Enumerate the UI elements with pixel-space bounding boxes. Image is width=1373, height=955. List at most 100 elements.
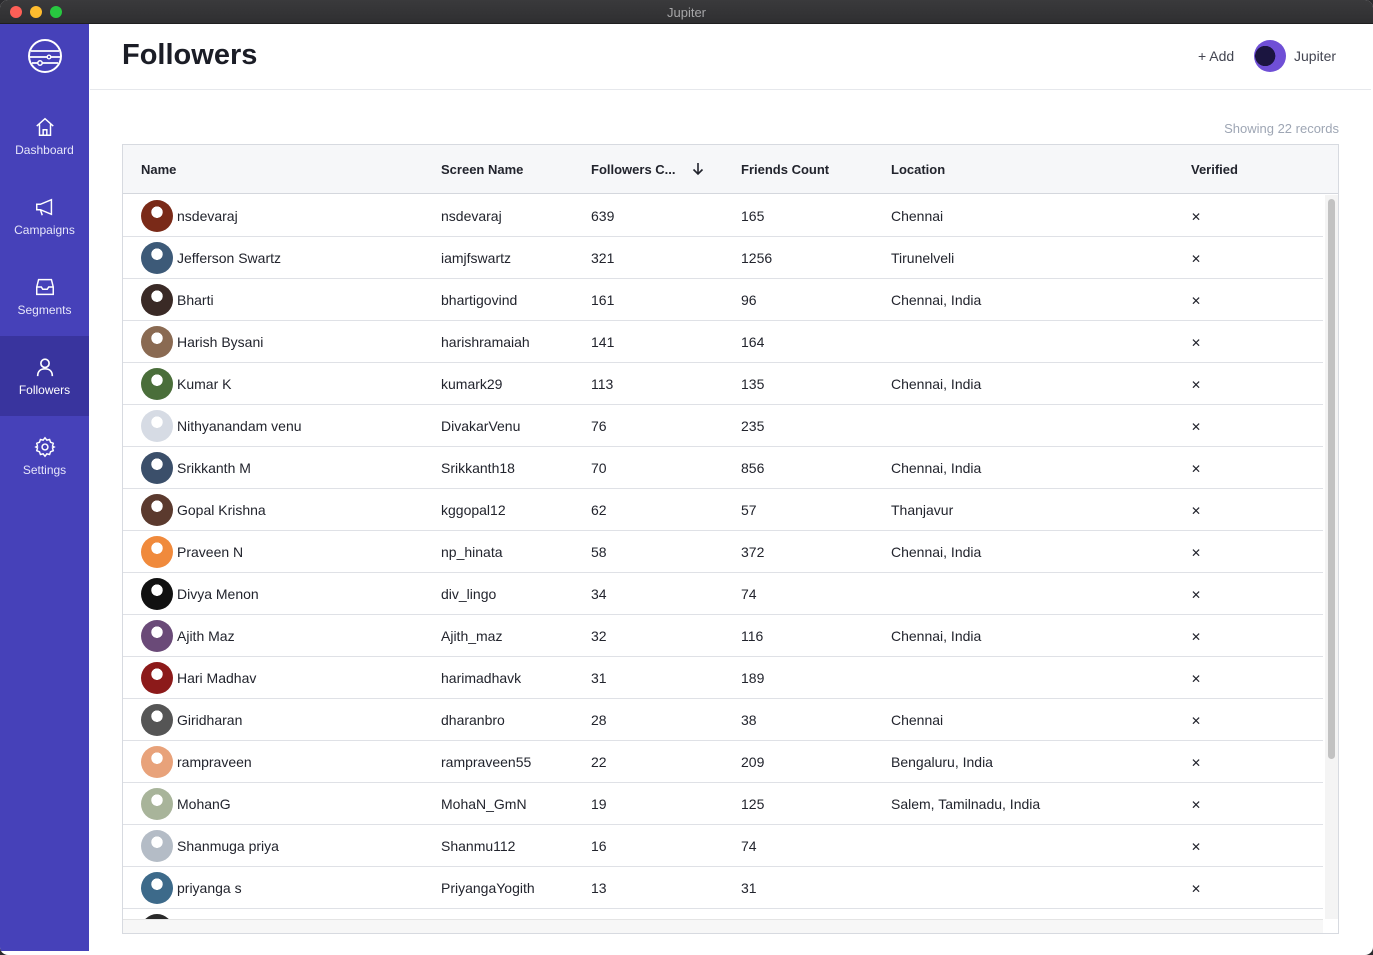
- cell-friends-count: 57: [741, 502, 757, 518]
- cell-screen-name: harishramaiah: [441, 334, 530, 350]
- horizontal-scrollbar[interactable]: [123, 919, 1323, 933]
- sidebar-item-label: Dashboard: [15, 143, 74, 157]
- table-row[interactable]: [123, 909, 1323, 919]
- cell-followers-count: 22: [591, 754, 607, 770]
- user-name[interactable]: Jupiter: [1294, 48, 1336, 64]
- cell-name: Nithyanandam venu: [177, 418, 302, 434]
- avatar: [141, 830, 173, 862]
- cell-screen-name: kumark29: [441, 376, 503, 392]
- cell-location: Chennai, India: [891, 376, 982, 392]
- cell-friends-count: 856: [741, 460, 765, 476]
- cell-followers-count: 113: [591, 376, 614, 392]
- cell-name: Kumar K: [177, 376, 232, 392]
- add-button[interactable]: + Add: [1198, 48, 1234, 64]
- table-row[interactable]: Bharti bhartigovind 161 96 Chennai, India ✕: [123, 279, 1323, 321]
- table-row[interactable]: Giridharan dharanbro 28 38 Chennai ✕: [123, 699, 1323, 741]
- table-row[interactable]: Ajith Maz Ajith_maz 32 116 Chennai, India ✕: [123, 615, 1323, 657]
- cell-friends-count: 38: [741, 712, 757, 728]
- sidebar-item-dashboard[interactable]: Dashboard: [0, 96, 89, 176]
- cell-followers-count: 58: [591, 544, 607, 560]
- cell-friends-count: 165: [741, 208, 765, 224]
- user-avatar[interactable]: [1254, 40, 1286, 72]
- not-verified-icon: ✕: [1191, 672, 1202, 686]
- table-row[interactable]: Hari Madhav harimadhavk 31 189 ✕: [123, 657, 1323, 699]
- table-row[interactable]: Shanmuga priya Shanmu112 16 74 ✕: [123, 825, 1323, 867]
- cell-friends-count: 125: [741, 796, 765, 812]
- not-verified-icon: ✕: [1191, 756, 1202, 770]
- table-row[interactable]: Kumar K kumark29 113 135 Chennai, India ✕: [123, 363, 1323, 405]
- cell-name: Bharti: [177, 292, 214, 308]
- table-row[interactable]: Praveen N np_hinata 58 372 Chennai, India ✕: [123, 531, 1323, 573]
- cell-location: Tirunelveli: [891, 250, 955, 266]
- cell-screen-name: dharanbro: [441, 712, 505, 728]
- cell-name: Praveen N: [177, 544, 244, 560]
- not-verified-icon: ✕: [1191, 462, 1202, 476]
- avatar: [141, 536, 173, 568]
- cell-name: nsdevaraj: [177, 208, 238, 224]
- table-row[interactable]: Nithyanandam venu DivakarVenu 76 235 ✕: [123, 405, 1323, 447]
- not-verified-icon: ✕: [1191, 840, 1202, 854]
- sidebar-item-settings[interactable]: Settings: [0, 416, 89, 496]
- column-header-screen-name[interactable]: Screen Name: [441, 162, 523, 177]
- sidebar-item-label: Segments: [17, 303, 72, 317]
- cell-location: Chennai, India: [891, 628, 982, 644]
- window-title: Jupiter: [666, 5, 707, 20]
- page-header: Followers + Add Jupiter: [90, 24, 1371, 90]
- column-header-friends-count[interactable]: Friends Count: [741, 162, 829, 177]
- cell-friends-count: 74: [741, 838, 757, 854]
- page-title: Followers: [122, 39, 258, 71]
- sidebar-item-followers[interactable]: Followers: [0, 336, 89, 416]
- cell-friends-count: 31: [741, 880, 757, 896]
- gear-icon: [34, 436, 56, 458]
- sidebar-item-segments[interactable]: Segments: [0, 256, 89, 336]
- table-row[interactable]: priyanga s PriyangaYogith 13 31 ✕: [123, 867, 1323, 909]
- not-verified-icon: ✕: [1191, 336, 1202, 350]
- table-row[interactable]: Harish Bysani harishramaiah 141 164 ✕: [123, 321, 1323, 363]
- cell-followers-count: 16: [591, 838, 607, 854]
- not-verified-icon: ✕: [1191, 504, 1202, 518]
- cell-location: Chennai: [891, 712, 944, 728]
- column-header-location[interactable]: Location: [891, 162, 945, 177]
- cell-name: Gopal Krishna: [177, 502, 266, 518]
- column-header-followers-count[interactable]: Followers C...: [591, 162, 676, 177]
- table-row[interactable]: Gopal Krishna kggopal12 62 57 Thanjavur ✕: [123, 489, 1323, 531]
- sidebar-item-label: Followers: [18, 383, 71, 397]
- avatar: [141, 578, 173, 610]
- cell-name: Harish Bysani: [177, 334, 264, 350]
- cell-screen-name: nsdevaraj: [441, 208, 502, 224]
- cell-friends-count: 135: [741, 376, 765, 392]
- column-header-name[interactable]: Name: [141, 162, 176, 177]
- cell-location: Chennai: [891, 208, 944, 224]
- cell-screen-name: Srikkanth18: [441, 460, 515, 476]
- not-verified-icon: ✕: [1191, 294, 1202, 308]
- cell-name: Jefferson Swartz: [177, 250, 282, 266]
- cell-screen-name: Ajith_maz: [441, 628, 503, 644]
- table-row[interactable]: Srikkanth M Srikkanth18 70 856 Chennai, Indi…: [123, 447, 1323, 489]
- inbox-icon: [36, 278, 54, 296]
- table-header: Name Screen Name Followers C... Friends …: [123, 145, 1338, 194]
- cell-screen-name: kggopal12: [441, 502, 506, 518]
- table-row[interactable]: Divya Menon div_lingo 34 74 ✕: [123, 573, 1323, 615]
- cell-followers-count: 31: [591, 670, 607, 686]
- table-row[interactable]: Jefferson Swartz iamjfswartz 321 1256 Tirune…: [123, 237, 1323, 279]
- cell-name: rampraveen: [177, 754, 252, 770]
- table-row[interactable]: rampraveen rampraveen55 22 209 Bengaluru, In…: [123, 741, 1323, 783]
- avatar: [141, 620, 173, 652]
- scrollbar-thumb[interactable]: [1328, 199, 1335, 759]
- not-verified-icon: ✕: [1191, 798, 1202, 812]
- cell-screen-name: MohaN_GmN: [441, 796, 527, 812]
- cell-location: Chennai, India: [891, 292, 982, 308]
- cell-name: Divya Menon: [177, 586, 259, 602]
- cell-followers-count: 28: [591, 712, 607, 728]
- avatar: [141, 662, 173, 694]
- column-header-verified[interactable]: Verified: [1191, 162, 1238, 177]
- cell-screen-name: Shanmu112: [441, 838, 516, 854]
- sidebar-item-campaigns[interactable]: Campaigns: [0, 176, 89, 256]
- table-row[interactable]: nsdevaraj nsdevaraj 639 165 Chennai ✕: [123, 195, 1323, 237]
- vertical-scrollbar[interactable]: [1325, 195, 1338, 919]
- cell-screen-name: div_lingo: [441, 586, 497, 602]
- not-verified-icon: ✕: [1191, 252, 1202, 266]
- table-row[interactable]: MohanG MohaN_GmN 19 125 Salem, Tamilnadu, In…: [123, 783, 1323, 825]
- sort-descending-icon[interactable]: [691, 162, 705, 176]
- records-count: Showing 22 records: [1224, 121, 1339, 136]
